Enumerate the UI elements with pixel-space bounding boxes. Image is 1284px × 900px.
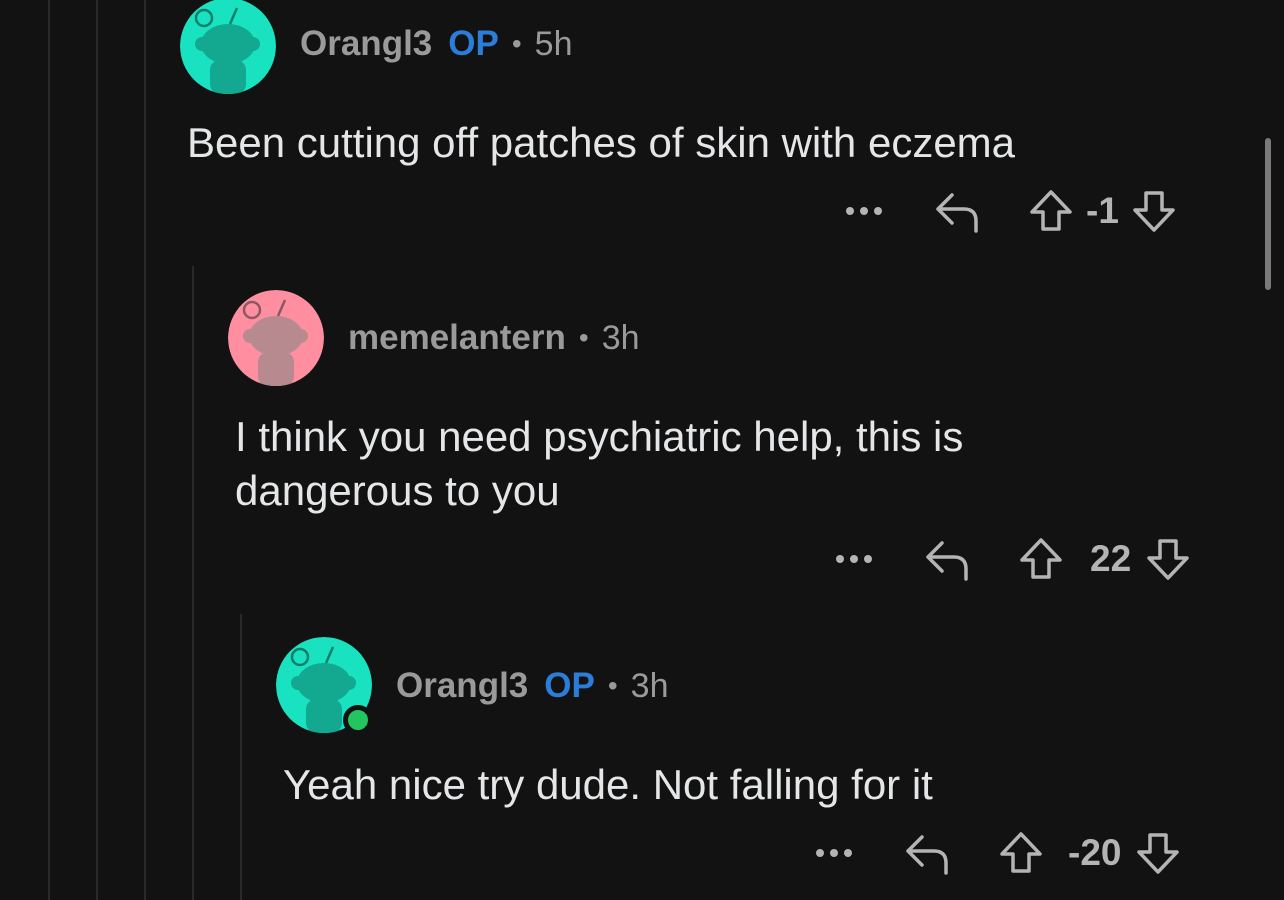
separator-dot: • [511,28,522,59]
vote-score: 22 [1090,538,1132,579]
more-options-icon[interactable] [840,206,888,216]
op-badge: OP [544,666,595,705]
downvote-arrow-icon[interactable] [1129,189,1179,233]
downvote-arrow-icon[interactable] [1143,537,1193,581]
thread-line[interactable] [192,266,194,900]
separator-dot: • [607,670,618,701]
reply-icon[interactable] [920,537,976,581]
upvote-arrow-icon[interactable] [996,831,1046,875]
upvote-arrow-icon[interactable] [1026,189,1076,233]
timestamp: 3h [630,666,669,705]
thread-line[interactable] [240,614,242,900]
username[interactable]: memelantern [348,318,566,358]
vote-score: -20 [1068,832,1122,873]
comment-text: Been cutting off patches of skin with ec… [187,119,1016,166]
snoo-avatar-icon [228,290,324,386]
separator-dot: • [578,322,589,353]
comment-actions: -1 [840,188,1179,234]
more-options-icon[interactable] [810,848,858,858]
avatar[interactable] [228,290,324,386]
op-badge: OP [448,24,499,63]
comment-actions: 22 [830,536,1193,582]
thread-line[interactable] [144,0,146,900]
vote-score: -1 [1086,190,1119,231]
comment-text: I think you need psychiatric help, this … [235,413,964,514]
thread-line[interactable] [96,0,98,900]
timestamp: 3h [601,318,640,357]
more-options-icon[interactable] [830,554,878,564]
scrollbar[interactable] [1265,138,1271,290]
reply-icon[interactable] [930,189,986,233]
downvote-arrow-icon[interactable] [1133,831,1183,875]
upvote-arrow-icon[interactable] [1016,537,1066,581]
thread-line[interactable] [48,0,50,900]
timestamp: 5h [534,24,573,63]
avatar[interactable] [180,0,276,94]
username[interactable]: Orangl3 [396,666,528,706]
comment-text: Yeah nice try dude. Not falling for it [283,761,933,808]
reply-icon[interactable] [900,831,956,875]
username[interactable]: Orangl3 [300,24,432,64]
online-status-dot [343,705,373,735]
snoo-avatar-icon [180,0,276,94]
comment-actions: -20 [810,830,1183,876]
